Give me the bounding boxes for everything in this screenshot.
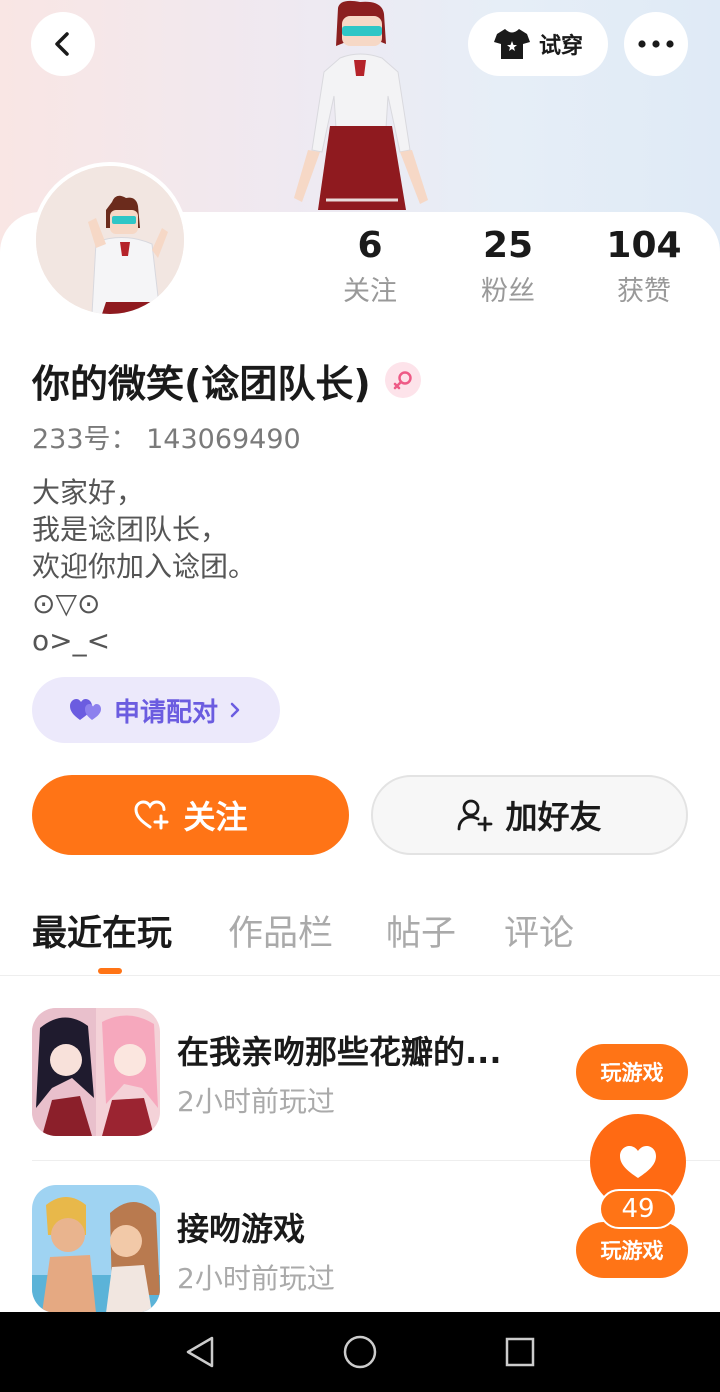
nav-recents-button[interactable] bbox=[500, 1332, 540, 1372]
active-tab-indicator bbox=[98, 968, 122, 974]
tab-recently-played[interactable]: 最近在玩 bbox=[32, 904, 172, 964]
user-plus-icon bbox=[458, 799, 493, 832]
triangle-back-icon bbox=[186, 1336, 214, 1368]
gender-badge bbox=[384, 362, 421, 398]
tabs-divider bbox=[0, 975, 720, 976]
try-on-label: 试穿 bbox=[538, 34, 583, 59]
hearts-icon bbox=[69, 699, 101, 720]
game-icon bbox=[32, 1185, 160, 1313]
tshirt-icon bbox=[493, 29, 530, 59]
stat-following[interactable]: 6 关注 bbox=[300, 222, 440, 314]
follow-label: 关注 bbox=[183, 798, 248, 836]
add-friend-label: 加好友 bbox=[505, 798, 602, 836]
stat-following-value: 6 bbox=[357, 225, 383, 266]
avatar-3d-figure bbox=[294, 0, 428, 210]
like-count: 49 bbox=[599, 1189, 677, 1229]
tab-works[interactable]: 作品栏 bbox=[228, 904, 333, 964]
game-title: 接吻游戏 bbox=[177, 1210, 306, 1248]
stat-fans[interactable]: 25 粉丝 bbox=[438, 222, 578, 314]
avatar[interactable] bbox=[32, 162, 188, 318]
game-last-played: 2小时前玩过 bbox=[177, 1085, 335, 1118]
system-navigation-bar bbox=[0, 1312, 720, 1392]
stat-likes-label: 获赞 bbox=[617, 276, 671, 307]
back-button[interactable] bbox=[31, 12, 95, 76]
stat-fans-value: 25 bbox=[482, 225, 534, 266]
apply-pairing-label: 申请配对 bbox=[113, 697, 218, 728]
female-icon bbox=[393, 371, 412, 390]
apply-pairing-button[interactable]: 申请配对 bbox=[32, 677, 280, 743]
game-title: 在我亲吻那些花瓣的... bbox=[177, 1033, 502, 1071]
chevron-left-icon bbox=[55, 32, 69, 56]
nav-back-button[interactable] bbox=[180, 1332, 220, 1372]
tab-comments[interactable]: 评论 bbox=[504, 904, 574, 964]
circle-home-icon bbox=[343, 1335, 377, 1369]
game-last-played: 2小时前玩过 bbox=[177, 1262, 335, 1295]
stat-likes[interactable]: 104 获赞 bbox=[574, 222, 714, 314]
nav-home-button[interactable] bbox=[340, 1332, 380, 1372]
user-id: 233号： 143069490 bbox=[32, 424, 301, 455]
square-recents-icon bbox=[505, 1337, 535, 1367]
heart-icon bbox=[620, 1146, 656, 1178]
play-game-button[interactable]: 玩游戏 bbox=[576, 1044, 688, 1100]
play-game-button[interactable]: 玩游戏 bbox=[576, 1222, 688, 1278]
stat-likes-value: 104 bbox=[606, 225, 682, 266]
add-friend-button[interactable]: 加好友 bbox=[371, 775, 688, 855]
tab-posts[interactable]: 帖子 bbox=[386, 904, 456, 964]
game-icon bbox=[32, 1008, 160, 1136]
chevron-right-icon bbox=[230, 702, 240, 718]
heart-plus-icon bbox=[134, 800, 169, 830]
follow-button[interactable]: 关注 bbox=[32, 775, 349, 855]
name-row: 你的微笑(谂团队长) bbox=[32, 350, 421, 410]
stats-row: 6 关注 25 粉丝 104 获赞 bbox=[300, 222, 720, 322]
avatar-image bbox=[36, 166, 184, 314]
profile-name: 你的微笑(谂团队长) bbox=[32, 361, 371, 406]
profile-bio: 大家好， 我是谂团队长， 欢迎你加入谂团。 ⊙▽⊙ o>_< bbox=[32, 476, 257, 657]
more-dots-icon bbox=[638, 40, 674, 48]
more-button[interactable] bbox=[624, 12, 688, 76]
stat-following-label: 关注 bbox=[343, 276, 397, 307]
stat-fans-label: 粉丝 bbox=[481, 276, 535, 307]
try-on-button[interactable]: 试穿 bbox=[468, 12, 608, 76]
